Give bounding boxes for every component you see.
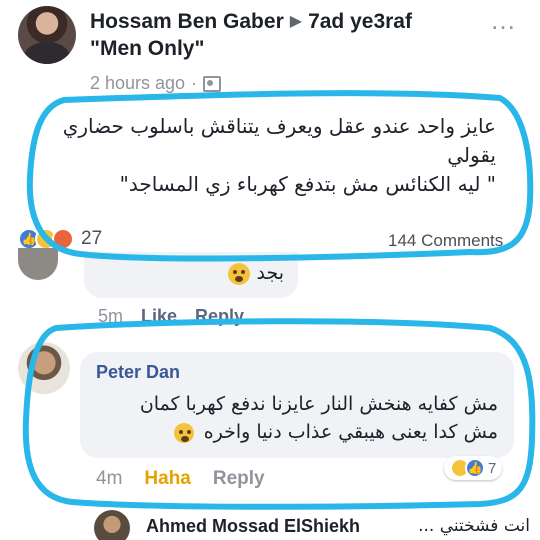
like-button[interactable]: Like xyxy=(141,306,177,327)
surprised-emoji-icon xyxy=(228,262,251,285)
reply-text: انت فشختني ... xyxy=(418,516,530,536)
comment-text-line-2: مش كدا يعنى هيبقي عذاب دنيا واخره xyxy=(98,418,498,446)
comments-count[interactable]: 144 Comments xyxy=(388,231,503,251)
subgroup-name[interactable]: "Men Only" xyxy=(90,37,204,60)
comment-author-name[interactable]: Peter Dan xyxy=(96,362,180,383)
comment-avatar[interactable] xyxy=(18,248,58,280)
laughing-emoji-icon xyxy=(173,422,194,443)
comment-time[interactable]: 5m xyxy=(98,306,123,327)
avatar-figure xyxy=(24,42,70,64)
group-privacy-icon xyxy=(203,75,222,92)
comment-time[interactable]: 4m xyxy=(96,468,122,490)
comment-reaction-count: 7 xyxy=(488,459,497,477)
post-text-line: " ليه الكنائس مش بتدفع كهرباء زي المساجد… xyxy=(119,172,496,196)
reaction-count: 27 xyxy=(81,228,103,249)
haha-button[interactable]: Haha xyxy=(144,468,190,490)
angry-reaction-icon xyxy=(52,228,74,250)
comment-bubble: بجد xyxy=(84,252,298,298)
post-time[interactable]: 2 hours ago xyxy=(90,73,185,94)
reply-author-name[interactable]: Ahmed Mossad ElShiekh xyxy=(146,516,360,537)
comment-actions: 5m Like Reply xyxy=(98,306,244,327)
post-author-avatar[interactable] xyxy=(18,6,76,64)
comment-bubble: Peter Dan مش كفايه هنخش النار عايزنا ندف… xyxy=(80,352,514,458)
meta-separator: · xyxy=(191,73,198,93)
reply-button[interactable]: Reply xyxy=(195,306,244,327)
arrow-right-icon: ▶ xyxy=(289,13,303,30)
comment-text-value: مش كدا يعنى هيبقي عذاب دنيا واخره xyxy=(203,421,498,443)
reply-button[interactable]: Reply xyxy=(213,468,265,490)
comment-actions: 4m Haha Reply xyxy=(96,468,265,490)
comment-avatar[interactable] xyxy=(18,342,70,394)
comment-text-value: بجد xyxy=(256,262,284,284)
comment-reactions[interactable]: 👍 7 xyxy=(444,456,503,480)
post-meta: 2 hours ago · xyxy=(90,73,222,94)
comment-text: مش كفايه هنخش النار عايزنا ندفع كهربا كم… xyxy=(98,390,498,446)
post-author-name[interactable]: Hossam Ben Gaber xyxy=(90,10,284,33)
post-reactions[interactable]: 👍 27 xyxy=(18,228,102,250)
post-text-line: يقولي xyxy=(447,143,496,167)
more-options-icon[interactable]: … xyxy=(490,7,517,33)
reply-avatar[interactable] xyxy=(94,510,130,540)
post-header: Hossam Ben Gaber ▶ 7ad ye3raf "Men Only" xyxy=(90,8,470,62)
like-reaction-icon: 👍 xyxy=(465,458,485,478)
comment-text-line: مش كفايه هنخش النار عايزنا ندفع كهربا كم… xyxy=(139,393,498,415)
comment-text: بجد xyxy=(228,262,284,285)
post-text: عايز واحد عندو عقل ويعرف يتناقش باسلوب ح… xyxy=(40,112,496,199)
group-name[interactable]: 7ad ye3raf xyxy=(308,10,412,33)
post-text-line: عايز واحد عندو عقل ويعرف يتناقش باسلوب ح… xyxy=(62,114,496,138)
